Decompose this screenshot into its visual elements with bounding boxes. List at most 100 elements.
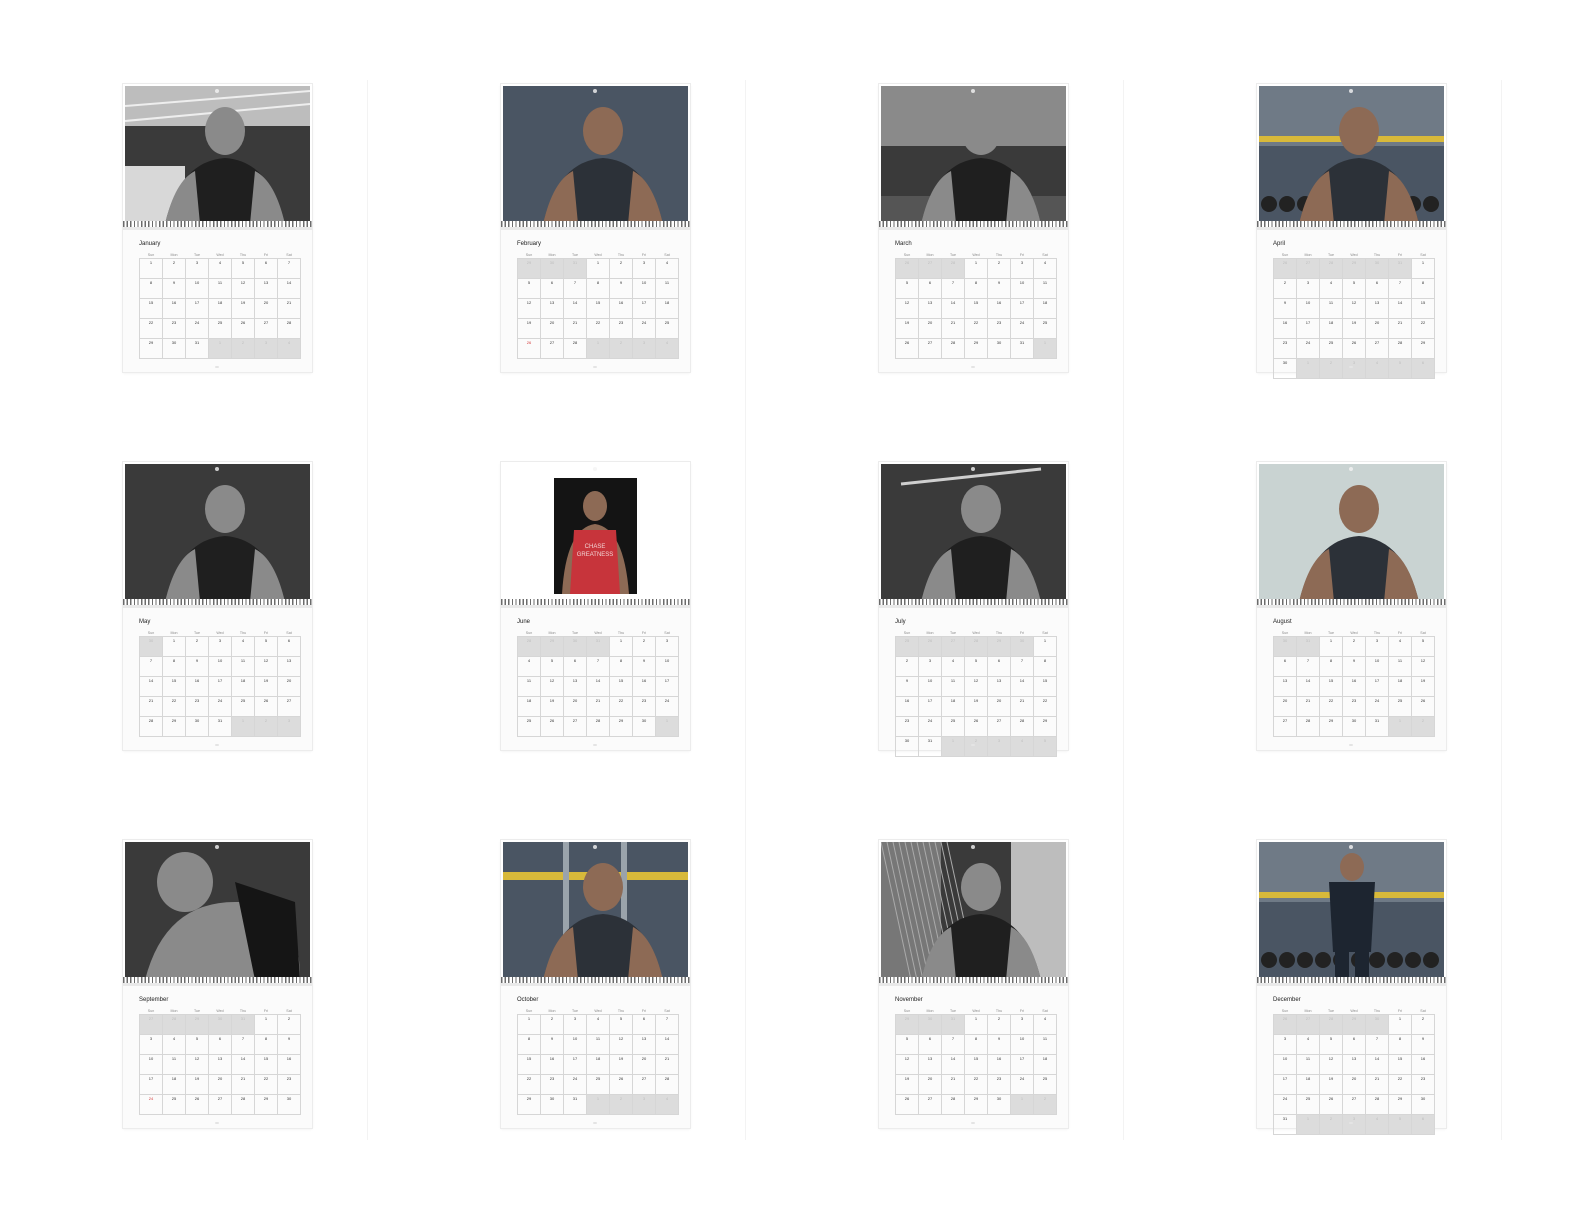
day-cell-outside: 28 [1319,1014,1343,1035]
day-cell: 14 [941,1054,965,1075]
calendar-page-april[interactable]: April Sun Mon Tue Wed Thu Fri Sat 26 27 28 29 30 31… [1257,84,1446,379]
spiral-binding [501,221,690,230]
calendar-page-may[interactable]: May Sun Mon Tue Wed Thu Fri Sat 30 1 2 3 4 5 6 7 8 9 10 1… [123,462,312,750]
day-cell: 27 [563,716,587,737]
photo-scene [881,86,1066,224]
day-cell-outside: 1 [586,1094,610,1115]
calendar-page-june[interactable]: CHASE GREATNESS June Sun Mon Tue Wed Thu Fri S… [501,462,690,750]
day-cell-outside: 6 [1411,358,1435,379]
day-cell: 18 [1033,298,1057,319]
day-cell: 30 [185,716,209,737]
month-grid: Sun Mon Tue Wed Thu Fri Sat 26 27 28 29 30 1 2 3 4 5 6 7 8… [1273,1008,1435,1135]
week-row: 31 1 2 3 4 5 6 [1273,1114,1435,1135]
day-cell: 20 [918,1074,942,1095]
calendar-page-august[interactable]: August Sun Mon Tue Wed Thu Fri Sat 30 31 1 2 3 4 5 6 7… [1257,462,1446,750]
day-cell: 16 [162,298,186,319]
day-cell: 10 [632,278,656,299]
week-row: 23 24 25 26 27 28 29 [895,716,1057,737]
day-cell: 17 [208,676,232,697]
week-row: 28 29 30 31 1 2 3 [139,716,301,737]
day-cell: 31 [1010,338,1034,359]
month-grid: Sun Mon Tue Wed Thu Fri Sat 29 30 31 1 2 3 4 5 6 7 8 9 10 1… [517,252,679,359]
photo-scene: CHASE GREATNESS [554,478,637,594]
calendar-page-november[interactable]: November Sun Mon Tue Wed Thu Fri Sat 29 30 31 1 2 3… [879,840,1068,1128]
day-cell: 14 [277,278,301,299]
day-cell: 13 [1273,676,1297,697]
hanging-hole [1349,467,1353,471]
day-cell: 30 [540,1094,564,1115]
day-cell-outside: 28 [941,258,965,279]
day-cell: 11 [231,656,255,677]
week-row: 22 23 24 25 26 27 28 [139,318,301,339]
day-cell: 24 [1273,1094,1297,1115]
page-footer-mark [1349,744,1353,746]
day-cell: 21 [941,1074,965,1095]
day-cell: 3 [208,636,232,657]
month-photo [503,842,688,980]
day-cell: 23 [185,696,209,717]
day-cell: 7 [563,278,587,299]
day-cell: 15 [254,1054,278,1075]
month-name: March [895,241,912,247]
day-cell-outside: 2 [231,338,255,359]
day-cell: 15 [964,298,988,319]
day-cell: 12 [1342,298,1366,319]
day-cell: 24 [208,696,232,717]
week-row: 2345678 [895,656,1057,677]
day-cell: 1 [1388,1014,1412,1035]
day-cell: 24 [632,318,656,339]
day-cell: 20 [277,676,301,697]
day-cell-outside: 3 [987,736,1011,757]
calendar-page-december[interactable]: December Sun Mon Tue Wed Thu Fri Sat 26 27 28 29 3… [1257,840,1446,1135]
week-row: 12 13 14 15 16 17 18 [895,1054,1057,1075]
day-cell: 28 [1365,1094,1389,1115]
hanging-hole [593,467,597,471]
day-cell: 16 [609,298,633,319]
day-cell: 11 [1033,278,1057,299]
day-cell: 28 [1010,716,1034,737]
calendar-page-october[interactable]: October Sun Mon Tue Wed Thu Fri Sat 1234567891… [501,840,690,1128]
day-cell: 8 [964,1034,988,1055]
day-cell: 5 [609,1014,633,1035]
day-cell-outside: 1 [1010,1094,1034,1115]
day-cell: 9 [162,278,186,299]
day-cell: 18 [1388,676,1412,697]
day-cell: 19 [1411,676,1435,697]
page-footer-mark [593,366,597,368]
day-cell: 12 [185,1054,209,1075]
day-cell: 3 [139,1034,163,1055]
day-cell: 15 [1411,298,1435,319]
day-cell-outside: 2 [1319,1114,1343,1135]
calendar-page-february[interactable]: February Sun Mon Tue Wed Thu Fri Sat 29 30 31 1 2 3… [501,84,690,372]
day-cell: 2 [277,1014,301,1035]
week-row: 7 8 9 10 11 12 13 [139,656,301,677]
day-cell: 20 [632,1054,656,1075]
photo-scene [125,86,310,224]
day-cell: 4 [1033,258,1057,279]
day-cell: 24 [1365,696,1389,717]
calendar-page-march[interactable]: March Sun Mon Tue Wed Thu Fri Sat 26 27 28 1 2 3 4 5 6… [879,84,1068,372]
day-cell: 20 [563,696,587,717]
day-cell: 13 [540,298,564,319]
week-row: 10 11 12 13 14 15 16 [139,1054,301,1075]
day-cell: 13 [987,676,1011,697]
calendar-page-january[interactable]: January Sun Mon Tue Wed Thu Fri Sat 1234567891… [123,84,312,372]
day-cell: 11 [1033,1034,1057,1055]
day-cell: 14 [1365,1054,1389,1075]
day-cell: 22 [964,318,988,339]
day-cell-outside: 1 [231,716,255,737]
calendar-page-july[interactable]: July Sun Mon Tue Wed Thu Fri Sat 25 26 27 28 29 30 1… [879,462,1068,757]
day-cell: 18 [1296,1074,1320,1095]
week-row: 9 10 11 12 13 14 15 [895,676,1057,697]
day-cell: 5 [895,1034,919,1055]
calendar-page-september[interactable]: September Sun Mon Tue Wed Thu Fri Sat 27 28 29 30… [123,840,312,1128]
day-cell: 28 [655,1074,679,1095]
day-cell: 7 [941,1034,965,1055]
day-cell: 1 [254,1014,278,1035]
calendar-grid-area: August Sun Mon Tue Wed Thu Fri Sat 30 31 1 2 3 4 5 6 7… [1257,608,1446,750]
calendar-grid-area: May Sun Mon Tue Wed Thu Fri Sat 30 1 2 3 4 5 6 7 8 9 10 1… [123,608,312,750]
day-cell: 17 [563,1054,587,1075]
day-cell: 25 [1033,318,1057,339]
day-cell: 10 [1296,298,1320,319]
day-cell: 22 [586,318,610,339]
